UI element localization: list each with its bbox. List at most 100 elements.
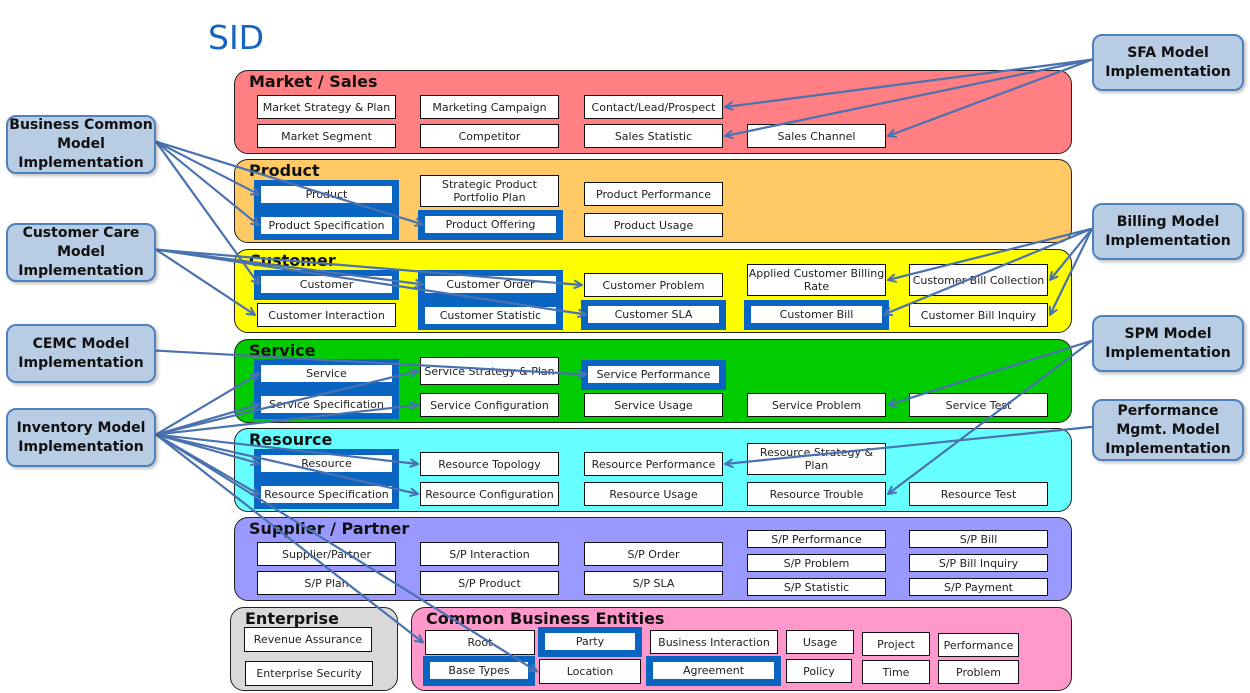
entity-sp-bill-inquiry[interactable]: S/P Bill Inquiry: [909, 554, 1048, 572]
entity-sp-statistic[interactable]: S/P Statistic: [747, 578, 886, 596]
entity-project[interactable]: Project: [862, 632, 930, 656]
entity-label: Customer Order: [425, 276, 556, 293]
entity-label: Customer Bill: [751, 306, 882, 323]
entity-sp-sla[interactable]: S/P SLA: [584, 571, 723, 595]
entity-resource-configuration[interactable]: Resource Configuration: [420, 482, 559, 506]
model-label: CEMC Model Implementation: [18, 335, 144, 371]
entity-service-usage[interactable]: Service Usage: [584, 393, 723, 417]
model-label: SFA Model Implementation: [1105, 44, 1231, 80]
model-performance-mgmt[interactable]: Performance Mgmt. Model Implementation: [1092, 399, 1244, 461]
entity-resource-specification[interactable]: Resource Specification: [261, 486, 392, 503]
entity-label: Customer: [261, 276, 392, 293]
entity-supplier-partner[interactable]: Supplier/Partner: [257, 542, 396, 566]
domain-label: Supplier / Partner: [249, 519, 410, 538]
entity-service-problem[interactable]: Service Problem: [747, 393, 886, 417]
model-customer-care[interactable]: Customer Care Model Implementation: [6, 223, 156, 282]
entity-location[interactable]: Location: [539, 659, 641, 684]
entity-label: Service Performance: [588, 366, 719, 383]
entity-resource-strategy-plan[interactable]: Resource Strategy & Plan: [747, 443, 886, 475]
sid-diagram: SID Market / Sales Market Strategy & Pla…: [0, 0, 1250, 693]
entity-strategic-product-portfolio-plan[interactable]: Strategic Product Portfolio Plan: [420, 175, 559, 207]
entity-market-strategy-plan[interactable]: Market Strategy & Plan: [257, 95, 396, 119]
entity-service-test[interactable]: Service Test: [909, 393, 1048, 417]
entity-customer[interactable]: Customer: [254, 270, 399, 300]
entity-sales-statistic[interactable]: Sales Statistic: [584, 124, 723, 148]
model-label: Customer Care Model Implementation: [18, 225, 144, 279]
domain-label: Product: [249, 161, 320, 180]
entity-product-specification[interactable]: Product Specification: [261, 217, 392, 234]
domain-label: Customer: [249, 251, 336, 270]
model-business-common[interactable]: Business Common Model Implementation: [6, 115, 156, 174]
entity-sales-channel[interactable]: Sales Channel: [747, 124, 886, 148]
entity-enterprise-security[interactable]: Enterprise Security: [245, 661, 373, 686]
entity-market-segment[interactable]: Market Segment: [257, 124, 396, 148]
model-label: Inventory Model Implementation: [16, 419, 146, 455]
entity-revenue-assurance[interactable]: Revenue Assurance: [244, 627, 372, 652]
entity-customer-bill[interactable]: Customer Bill: [744, 300, 889, 330]
entity-customer-bill-inquiry[interactable]: Customer Bill Inquiry: [909, 303, 1048, 327]
entity-service-configuration[interactable]: Service Configuration: [420, 393, 559, 417]
entity-usage[interactable]: Usage: [786, 630, 854, 654]
entity-sp-payment[interactable]: S/P Payment: [909, 578, 1048, 596]
entity-product-usage[interactable]: Product Usage: [584, 213, 723, 237]
entity-policy[interactable]: Policy: [786, 659, 852, 683]
diagram-title: SID: [208, 18, 265, 57]
entity-base-types[interactable]: Base Types: [423, 656, 535, 686]
model-inventory[interactable]: Inventory Model Implementation: [6, 408, 156, 467]
domain-label: Market / Sales: [249, 72, 378, 91]
entity-marketing-campaign[interactable]: Marketing Campaign: [420, 95, 559, 119]
entity-sp-problem[interactable]: S/P Problem: [747, 554, 886, 572]
entity-customer-statistic[interactable]: Customer Statistic: [425, 307, 556, 324]
model-label: Billing Model Implementation: [1105, 213, 1231, 249]
entity-sp-performance[interactable]: S/P Performance: [747, 530, 886, 548]
domain-label: Resource: [249, 430, 333, 449]
entity-customer-sla[interactable]: Customer SLA: [581, 300, 726, 330]
model-sfa[interactable]: SFA Model Implementation: [1092, 34, 1244, 91]
entity-business-interaction[interactable]: Business Interaction: [650, 630, 778, 654]
entity-service[interactable]: Service Service Specification: [254, 359, 399, 419]
entity-product-offering[interactable]: Product Offering: [418, 210, 563, 240]
entity-resource-performance[interactable]: Resource Performance: [584, 452, 723, 476]
entity-agreement[interactable]: Agreement: [646, 656, 781, 686]
entity-sp-bill[interactable]: S/P Bill: [909, 530, 1048, 548]
entity-contact-lead-prospect[interactable]: Contact/Lead/Prospect: [584, 95, 723, 119]
model-label: Performance Mgmt. Model Implementation: [1105, 402, 1231, 457]
entity-root[interactable]: Root: [425, 630, 535, 655]
entity-label: Product Offering: [425, 216, 556, 233]
entity-customer-bill-collection[interactable]: Customer Bill Collection: [909, 264, 1048, 296]
entity-applied-customer-billing-rate[interactable]: Applied Customer Billing Rate: [747, 264, 886, 296]
entity-resource-usage[interactable]: Resource Usage: [584, 482, 723, 506]
model-spm[interactable]: SPM Model Implementation: [1092, 315, 1244, 372]
entity-customer-order[interactable]: Customer Order Customer Statistic: [418, 270, 563, 330]
entity-sp-order[interactable]: S/P Order: [584, 542, 723, 566]
entity-party[interactable]: Party: [538, 627, 642, 657]
entity-resource-topology[interactable]: Resource Topology: [420, 452, 559, 476]
entity-service-strategy-plan[interactable]: Service Strategy & Plan: [420, 357, 559, 385]
entity-service-specification[interactable]: Service Specification: [261, 396, 392, 413]
entity-label: Base Types: [430, 662, 528, 679]
entity-sp-plan[interactable]: S/P Plan: [257, 571, 396, 595]
domain-label: Common Business Entities: [426, 609, 665, 628]
entity-sp-interaction[interactable]: S/P Interaction: [420, 542, 559, 566]
entity-label: Service: [261, 365, 392, 382]
model-billing[interactable]: Billing Model Implementation: [1092, 203, 1244, 260]
entity-label: Resource: [261, 455, 392, 472]
entity-label: Agreement: [653, 662, 774, 679]
entity-label: Product: [261, 186, 392, 203]
entity-time[interactable]: Time: [862, 660, 930, 684]
model-cemc[interactable]: CEMC Model Implementation: [6, 324, 156, 383]
entity-competitor[interactable]: Competitor: [420, 124, 559, 148]
entity-product-performance[interactable]: Product Performance: [584, 182, 723, 206]
entity-sp-product[interactable]: S/P Product: [420, 571, 559, 595]
entity-customer-interaction[interactable]: Customer Interaction: [257, 303, 396, 327]
entity-problem[interactable]: Problem: [938, 660, 1019, 684]
entity-resource[interactable]: Resource Resource Specification: [254, 449, 399, 509]
entity-service-performance[interactable]: Service Performance: [581, 360, 726, 390]
model-label: Business Common Model Implementation: [9, 117, 153, 171]
entity-label: Customer SLA: [588, 306, 719, 323]
entity-performance[interactable]: Performance: [938, 633, 1019, 657]
entity-customer-problem[interactable]: Customer Problem: [584, 273, 723, 297]
entity-resource-test[interactable]: Resource Test: [909, 482, 1048, 506]
entity-product[interactable]: Product Product Specification: [254, 180, 399, 240]
entity-resource-trouble[interactable]: Resource Trouble: [747, 482, 886, 506]
